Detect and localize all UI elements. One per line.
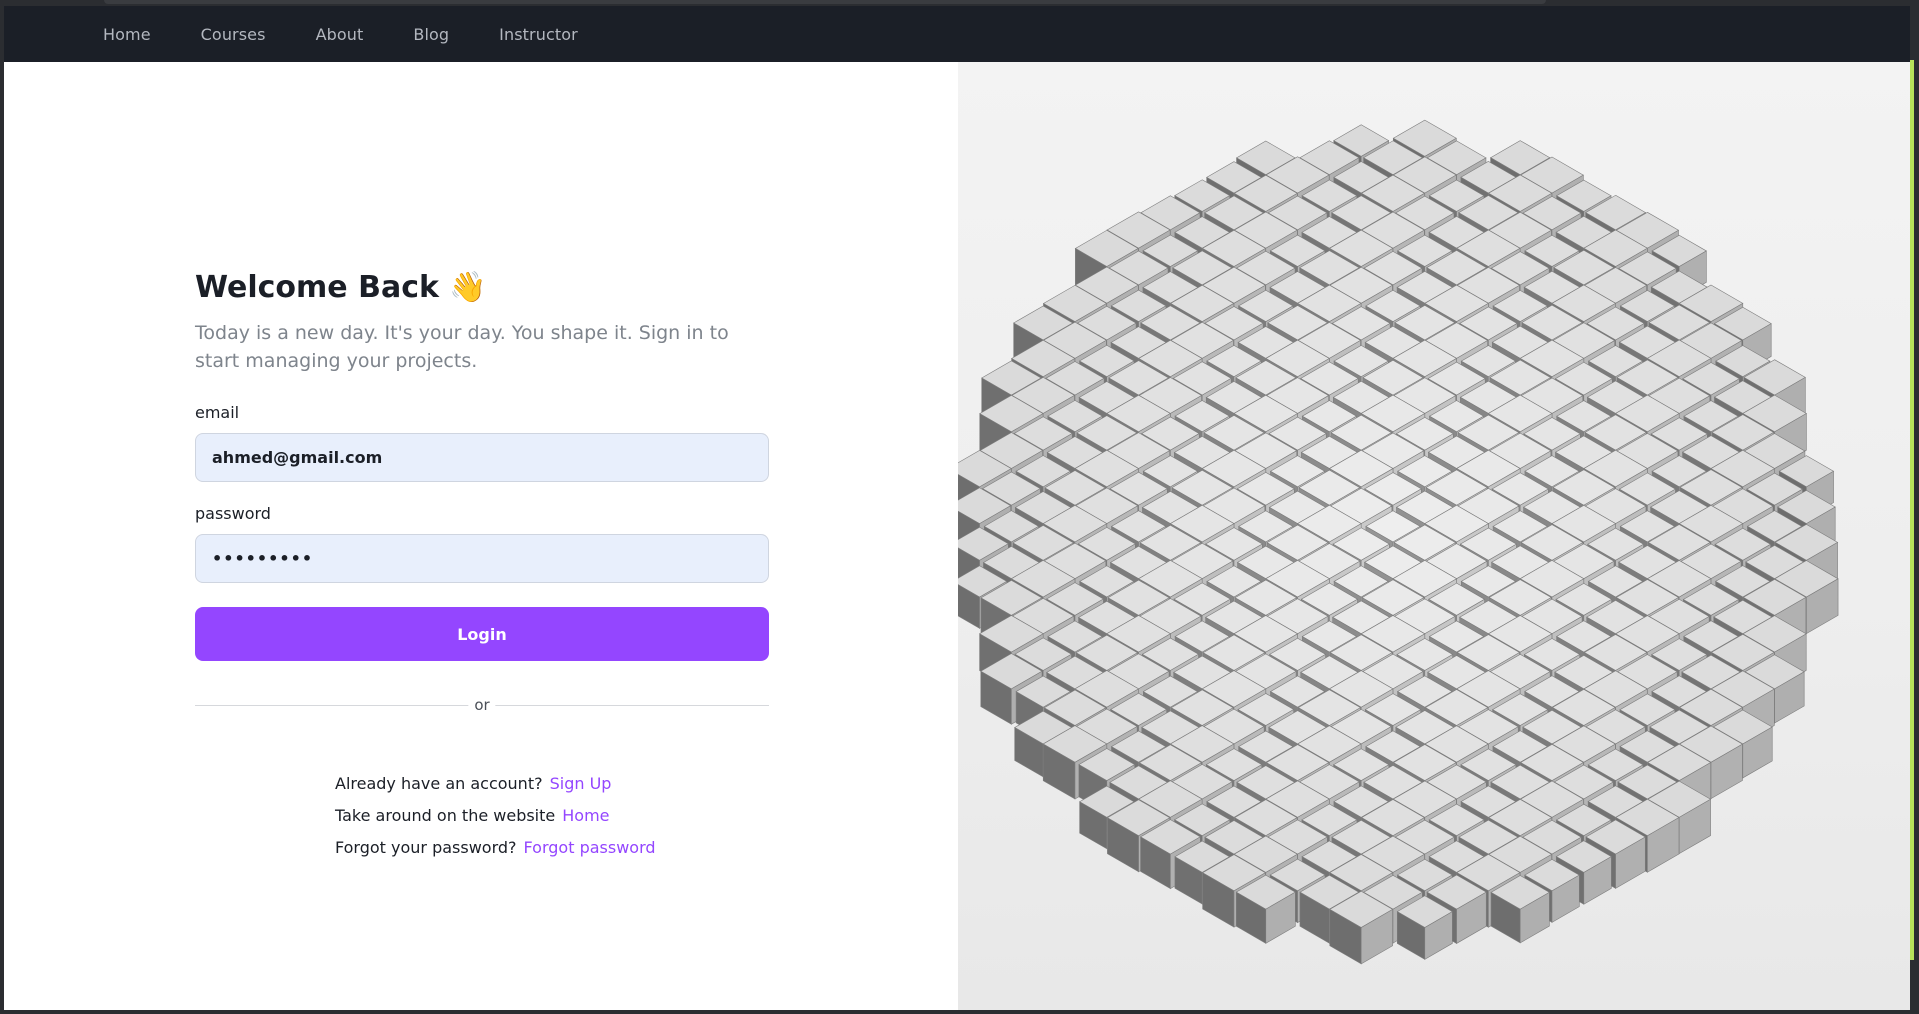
password-field[interactable]: •••••••••	[195, 534, 769, 583]
home-row: Take around on the website Home	[335, 799, 656, 831]
window-edge-accent	[1910, 60, 1914, 960]
page-title: Welcome Back 👋	[195, 270, 769, 305]
nav-courses[interactable]: Courses	[201, 25, 266, 44]
page-subtitle: Today is a new day. It's your day. You s…	[195, 322, 729, 372]
auth-links: Already have an account? Sign Up Take ar…	[335, 767, 656, 863]
home-link[interactable]: Home	[562, 806, 609, 825]
forgot-password-link[interactable]: Forgot password	[524, 838, 656, 857]
cube-sphere-illustration	[958, 119, 1839, 965]
home-prompt: Take around on the website	[335, 805, 556, 825]
waving-hand-icon: 👋	[448, 270, 487, 305]
nav-home[interactable]: Home	[103, 25, 151, 44]
login-panel: Welcome Back 👋 Today is a new day. It's …	[4, 62, 958, 1010]
email-label: email	[195, 403, 240, 422]
divider-text: or	[468, 695, 496, 715]
email-field[interactable]: ahmed@gmail.com	[195, 433, 769, 482]
forgot-prompt: Forgot your password?	[335, 837, 517, 857]
password-label: password	[195, 504, 271, 523]
signup-prompt: Already have an account?	[335, 773, 543, 793]
browser-tab-bar	[104, 0, 1546, 4]
hero-panel	[958, 62, 1910, 1010]
login-button[interactable]: Login	[195, 607, 769, 661]
login-form: Welcome Back 👋 Today is a new day. It's …	[195, 270, 769, 715]
nav-instructor[interactable]: Instructor	[499, 25, 578, 44]
forgot-row: Forgot your password? Forgot password	[335, 831, 656, 863]
or-divider: or	[195, 695, 769, 715]
nav-about[interactable]: About	[316, 25, 364, 44]
signup-row: Already have an account? Sign Up	[335, 767, 656, 799]
title-text: Welcome Back	[195, 270, 439, 305]
navbar: Home Courses About Blog Instructor	[4, 6, 1910, 62]
nav-blog[interactable]: Blog	[413, 25, 449, 44]
page-viewport: Home Courses About Blog Instructor Welco…	[4, 6, 1910, 1010]
signup-link[interactable]: Sign Up	[550, 774, 612, 793]
